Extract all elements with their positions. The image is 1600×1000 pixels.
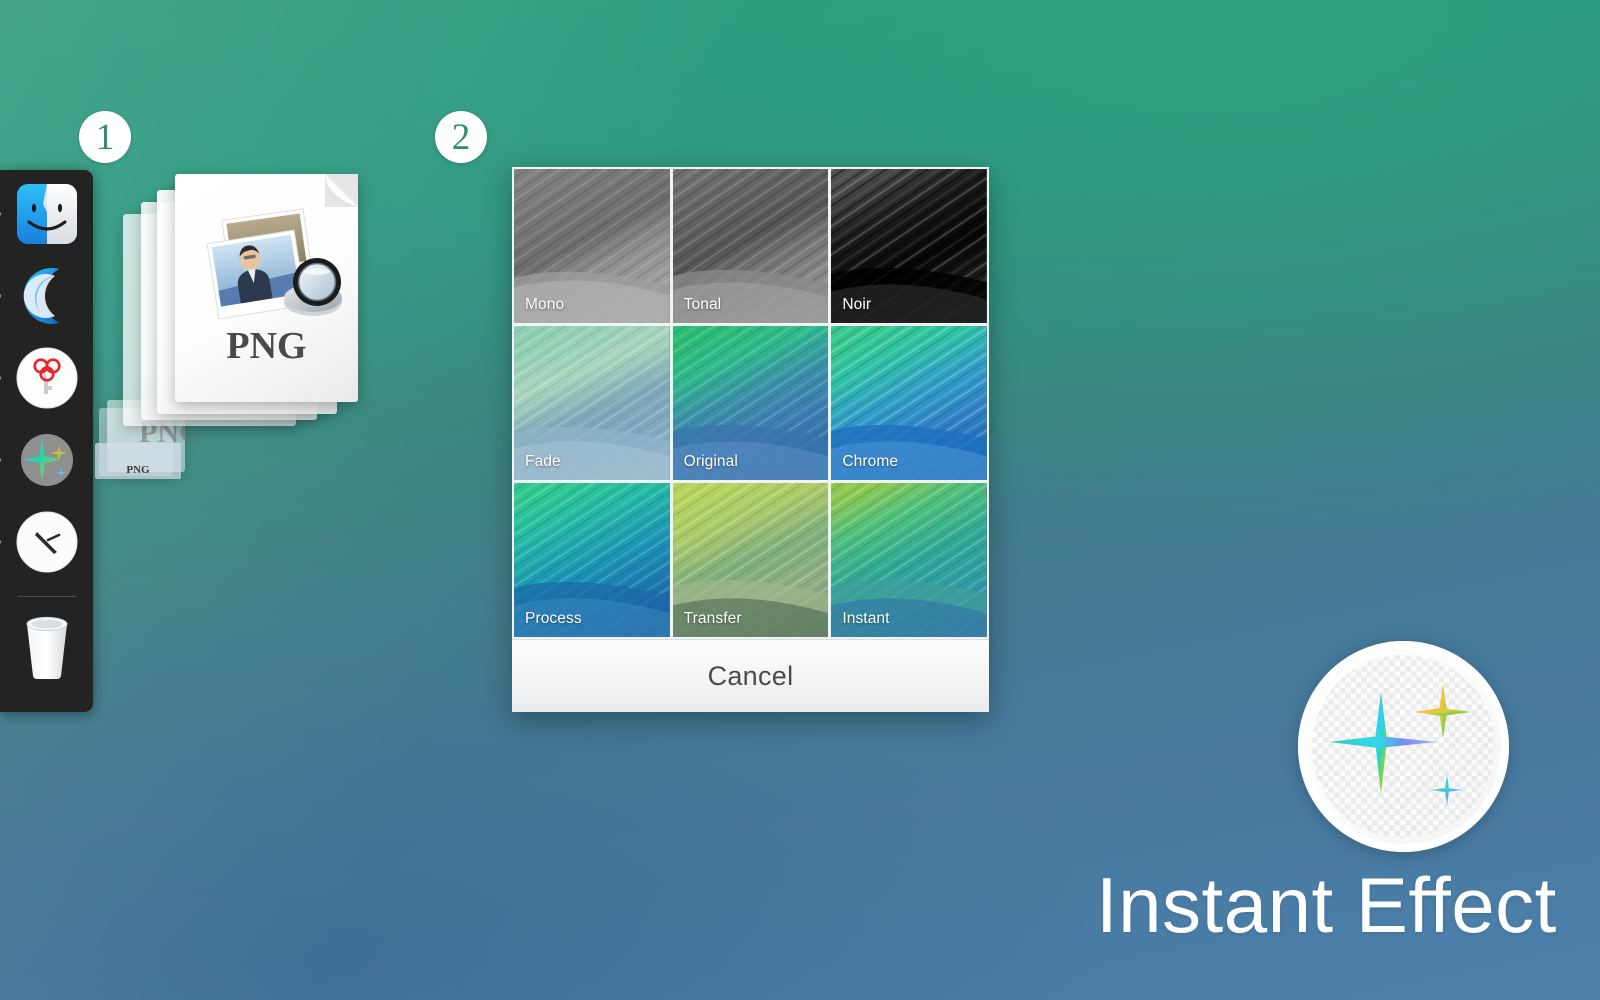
- keychain-key-icon: [16, 347, 77, 409]
- effect-label-mono: Mono: [525, 296, 565, 313]
- png-stack-name-tag-label: PNG: [126, 464, 150, 476]
- dock-item-finder[interactable]: [0, 180, 81, 248]
- png-file-type-label: PNG: [226, 325, 307, 367]
- effect-label-tonal: Tonal: [683, 296, 722, 313]
- dock-item-instant-effect[interactable]: [0, 426, 81, 494]
- effect-tile-transfer[interactable]: Transfer: [672, 483, 829, 637]
- sparkle-star-icon: [20, 434, 73, 486]
- effect-grid: Mono Tonal Noir Fade Original Chrome Pro…: [512, 167, 989, 639]
- effect-label-transfer: Transfer: [683, 610, 742, 627]
- dock-separator: [17, 596, 76, 597]
- crescent-moon-icon: [23, 268, 59, 324]
- app-title: Instant Effect: [1096, 861, 1557, 949]
- effect-tile-chrome[interactable]: Chrome: [831, 326, 987, 480]
- step-badge-2-number: 2: [451, 116, 471, 158]
- dragged-png-file-stack[interactable]: PNG PNG PNG: [95, 168, 370, 479]
- trash-bin-icon: [25, 616, 68, 679]
- png-file-document-front[interactable]: PNG: [175, 174, 358, 402]
- effect-tile-tonal[interactable]: Tonal: [672, 169, 829, 323]
- dock-item-moon[interactable]: [0, 262, 81, 330]
- effect-label-noir: Noir: [842, 296, 872, 313]
- running-indicator-dot: [0, 458, 1, 462]
- dock-item-trash[interactable]: [13, 611, 81, 683]
- finder-face-icon: [16, 184, 77, 244]
- cancel-button[interactable]: Cancel: [512, 639, 989, 712]
- running-indicator-dot: [0, 376, 1, 380]
- running-indicator-dot: [0, 294, 1, 298]
- effect-label-fade: Fade: [525, 453, 561, 470]
- effect-tile-mono[interactable]: Mono: [514, 169, 670, 323]
- effect-label-original: Original: [683, 453, 738, 470]
- effect-label-chrome: Chrome: [842, 453, 899, 470]
- effect-label-instant: Instant: [842, 610, 890, 627]
- effect-label-process: Process: [525, 610, 582, 627]
- effect-picker-panel: Mono Tonal Noir Fade Original Chrome Pro…: [512, 167, 989, 712]
- effect-tile-instant[interactable]: Instant: [831, 483, 987, 637]
- sparkle-star-icon: [1328, 683, 1471, 806]
- step-badge-1: 1: [79, 111, 131, 163]
- effect-tile-fade[interactable]: Fade: [514, 326, 670, 480]
- clock-face-icon: [16, 511, 77, 573]
- app-logo: [1298, 641, 1509, 852]
- running-indicator-dot: [0, 212, 1, 216]
- dock-item-keychain[interactable]: [0, 344, 81, 412]
- dock-item-clock[interactable]: [0, 508, 81, 576]
- step-badge-1-number: 1: [95, 116, 115, 158]
- running-indicator-dot: [0, 540, 1, 544]
- dock: [0, 170, 93, 712]
- effect-tile-process[interactable]: Process: [514, 483, 670, 637]
- effect-tile-noir[interactable]: Noir: [831, 169, 987, 323]
- effect-tile-original[interactable]: Original: [672, 326, 829, 480]
- step-badge-2: 2: [435, 111, 487, 163]
- cancel-button-label: Cancel: [707, 660, 794, 691]
